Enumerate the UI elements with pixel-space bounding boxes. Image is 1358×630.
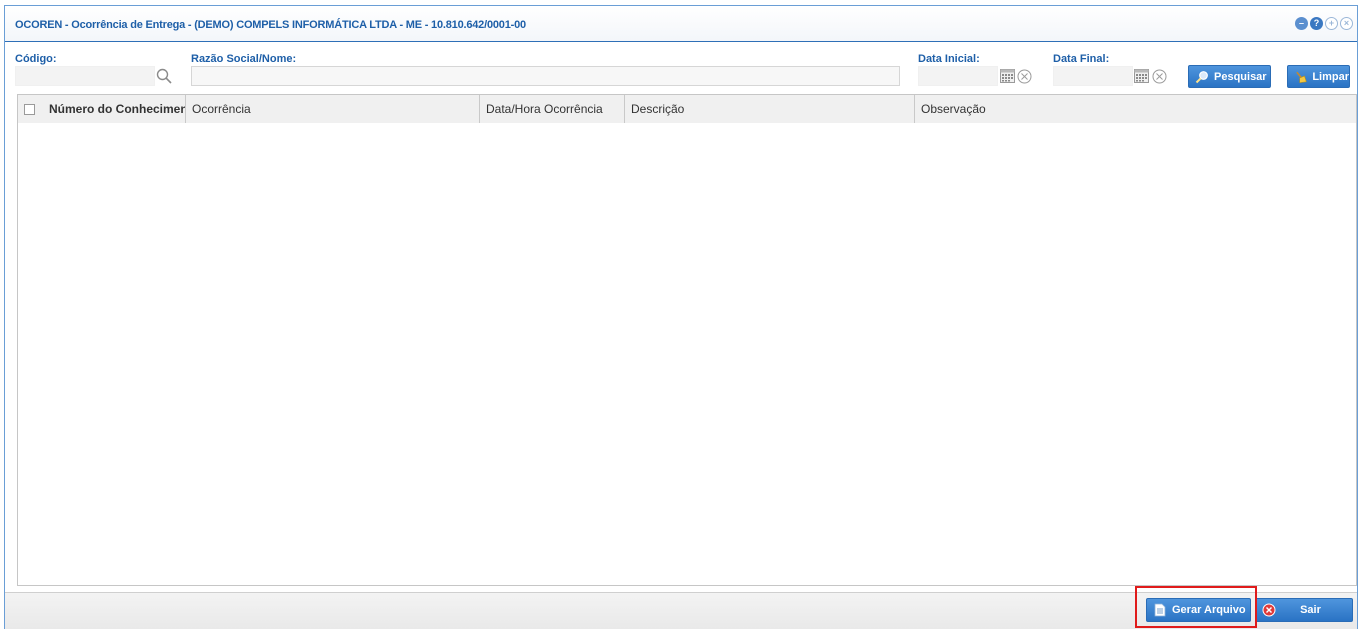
title-bar: OCOREN - Ocorrência de Entrega - (DEMO) …	[5, 6, 1357, 42]
minimize-icon[interactable]: –	[1295, 17, 1308, 30]
sair-button[interactable]: Sair	[1255, 598, 1353, 622]
highlight-box	[1135, 586, 1257, 628]
data-inicial-label: Data Inicial:	[918, 53, 980, 65]
window-title: OCOREN - Ocorrência de Entrega - (DEMO) …	[15, 19, 526, 31]
window-controls: – ? + ×	[1295, 17, 1353, 30]
table-header: Número do Conhecimento Ocorrência Data/H…	[18, 95, 1356, 123]
column-descricao[interactable]: Descrição	[625, 95, 915, 123]
column-label: Observação	[921, 102, 986, 116]
codigo-label: Código:	[15, 53, 57, 65]
select-all-checkbox[interactable]	[24, 104, 35, 115]
exit-icon	[1262, 603, 1276, 617]
column-label: Descrição	[631, 102, 685, 116]
search-icon[interactable]	[155, 67, 173, 85]
limpar-button[interactable]: Limpar	[1287, 65, 1350, 88]
pesquisar-label: Pesquisar	[1214, 70, 1267, 83]
razao-social-label: Razão Social/Nome:	[191, 53, 297, 65]
codigo-input[interactable]	[16, 67, 154, 85]
column-label: Data/Hora Ocorrência	[486, 102, 603, 116]
ocorrencias-table: Número do Conhecimento Ocorrência Data/H…	[17, 94, 1357, 586]
column-numero-conhecimento[interactable]: Número do Conhecimento	[18, 95, 186, 123]
data-final-field[interactable]	[1053, 66, 1133, 86]
help-icon[interactable]: ?	[1310, 17, 1323, 30]
codigo-field[interactable]	[15, 66, 155, 86]
maximize-icon[interactable]: +	[1325, 17, 1338, 30]
magnifier-icon	[1195, 70, 1208, 83]
ocoren-window: OCOREN - Ocorrência de Entrega - (DEMO) …	[4, 5, 1358, 629]
clear-date-icon[interactable]	[1017, 69, 1032, 84]
calendar-icon[interactable]	[1000, 69, 1015, 83]
razao-social-field[interactable]	[191, 66, 900, 86]
razao-social-input[interactable]	[192, 67, 899, 85]
data-final-input[interactable]	[1054, 67, 1132, 85]
column-observacao[interactable]: Observação	[915, 95, 1356, 123]
clear-date-icon[interactable]	[1152, 69, 1167, 84]
pesquisar-button[interactable]: Pesquisar	[1188, 65, 1271, 88]
data-inicial-field[interactable]	[918, 66, 998, 86]
broom-icon	[1296, 71, 1307, 83]
limpar-label: Limpar	[1312, 70, 1349, 83]
column-label: Número do Conhecimento	[49, 102, 186, 116]
data-inicial-input[interactable]	[919, 67, 997, 85]
calendar-icon[interactable]	[1134, 69, 1149, 83]
data-final-label: Data Final:	[1053, 53, 1110, 65]
sair-label: Sair	[1300, 604, 1321, 616]
column-data-hora[interactable]: Data/Hora Ocorrência	[480, 95, 625, 123]
column-label: Ocorrência	[192, 102, 251, 116]
close-icon[interactable]: ×	[1340, 17, 1353, 30]
column-ocorrencia[interactable]: Ocorrência	[186, 95, 480, 123]
